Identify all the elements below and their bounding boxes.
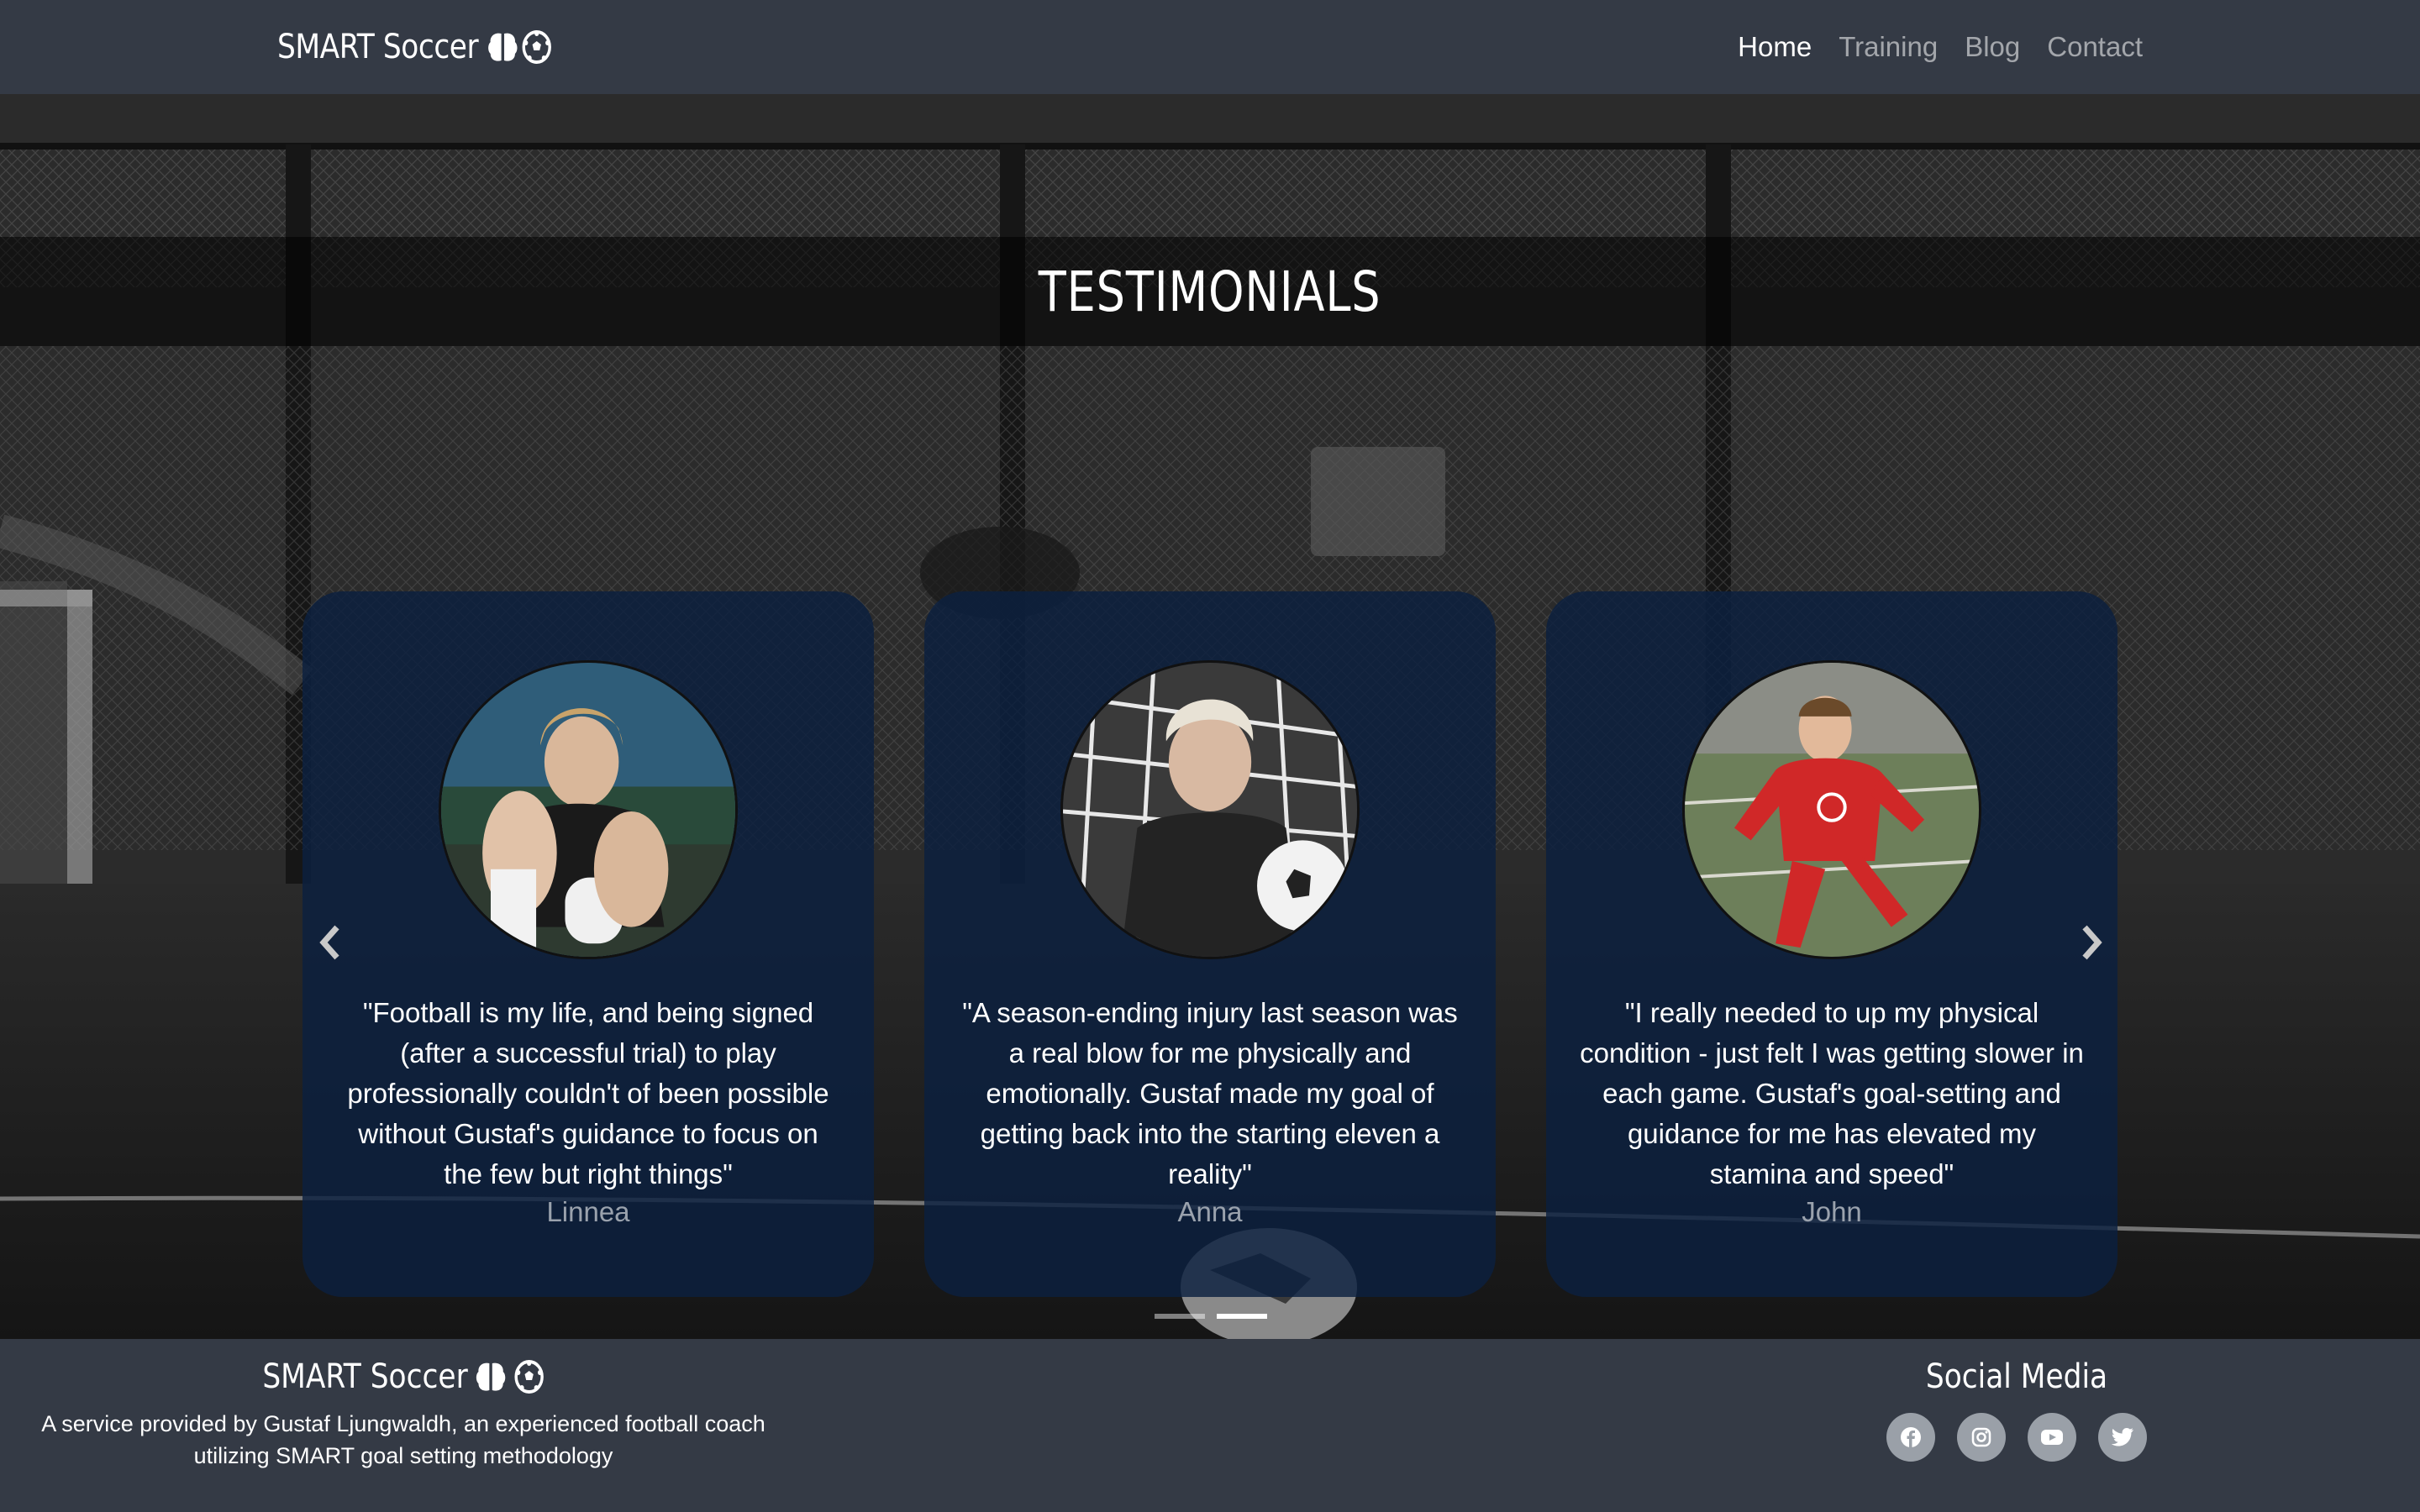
nav-home[interactable]: Home [1738,31,1812,62]
avatar [1060,660,1360,959]
page-title: TESTIMONIALS [1039,259,1381,324]
nav-links: Home Training Blog Contact [1738,31,2143,63]
instagram-icon [1971,1427,1991,1447]
carousel-indicator-1[interactable] [1155,1314,1205,1319]
brand-icons [487,29,552,65]
avatar [1682,660,1981,959]
testimonial-card: "Football is my life, and being signed (… [302,591,874,1297]
footer-about: SMART Soccer A service provided by Gusta… [34,1357,773,1472]
testimonial-card: "I really needed to up my physical condi… [1546,591,2118,1297]
nav-training[interactable]: Training [1839,31,1938,62]
testimonial-author: John [1802,1196,1862,1227]
testimonial-photo [1063,663,1357,957]
brand-name: SMART Soccer [277,28,479,66]
carousel-prev-button[interactable] [304,917,355,968]
testimonial-quote: "A season-ending injury last season was … [962,997,1458,1189]
nav-contact[interactable]: Contact [2047,31,2143,62]
testimonial-author: Linnea [546,1196,630,1227]
hero-section: TESTIMONIALS "Football is my life, and b… [0,94,2420,1339]
carousel-next-button[interactable] [2067,917,2118,968]
soccer-ball-icon [514,1360,544,1394]
carousel-indicators [1155,1314,1267,1319]
footer-brand-name: SMART Soccer [262,1357,468,1396]
testimonial-quote: "I really needed to up my physical condi… [1580,997,2084,1189]
youtube-link[interactable] [2028,1413,2076,1462]
facebook-link[interactable] [1886,1413,1935,1462]
chevron-left-icon [319,925,339,960]
testimonial-quote: "Football is my life, and being signed (… [347,997,829,1189]
testimonial-card: "A season-ending injury last season was … [924,591,1496,1297]
avatar [439,660,738,959]
social-media-heading: Social Media [1925,1357,2108,1396]
title-band: TESTIMONIALS [0,237,2420,346]
carousel-indicator-2[interactable] [1217,1314,1267,1319]
twitter-link[interactable] [2098,1413,2147,1462]
footer-social: Social Media [1849,1357,2185,1462]
testimonial-author: Anna [1177,1196,1243,1227]
footer-description: A service provided by Gustaf Ljungwaldh,… [41,1411,765,1468]
nav-blog[interactable]: Blog [1965,31,2020,62]
twitter-icon [2111,1428,2133,1446]
chevron-right-icon [2082,925,2102,960]
youtube-icon [2041,1430,2063,1445]
soccer-ball-icon [522,30,552,64]
brain-icon [476,1362,506,1391]
testimonial-carousel: "Football is my life, and being signed (… [0,497,2420,1320]
brain-icon [488,33,518,61]
footer: SMART Soccer A service provided by Gusta… [0,1339,2420,1512]
navbar: SMART Soccer Home Training Blog Contact [0,0,2420,94]
footer-brand: SMART Soccer [262,1357,544,1396]
brand-link[interactable]: SMART Soccer [277,28,552,66]
social-links [1849,1413,2185,1462]
testimonial-photo [441,663,735,957]
instagram-link[interactable] [1957,1413,2006,1462]
testimonial-photo [1685,663,1979,957]
facebook-icon [1901,1427,1921,1447]
